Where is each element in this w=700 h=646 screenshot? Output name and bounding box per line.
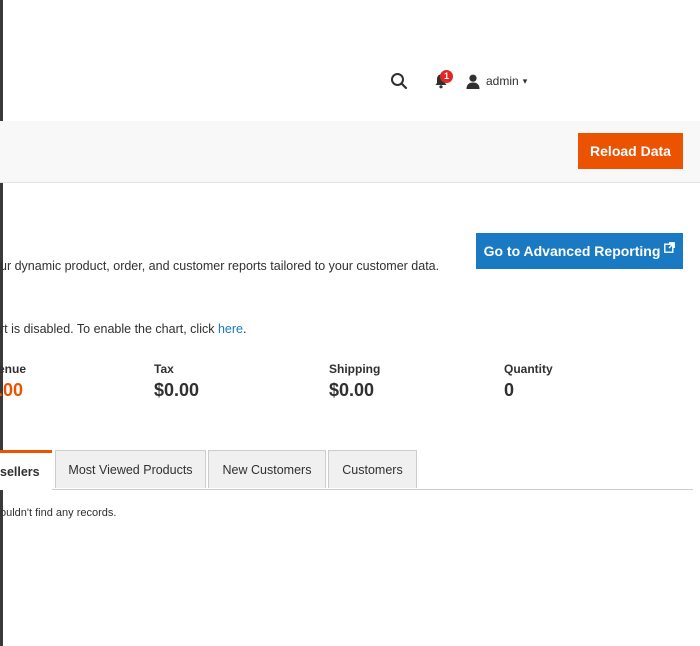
stat-label: Tax (154, 362, 174, 376)
tab-new-customers[interactable]: New Customers (208, 450, 326, 488)
stat-value: $0.00 (329, 380, 375, 400)
search-button[interactable] (386, 68, 412, 94)
chart-notice-suffix: . (242, 322, 247, 336)
advanced-reporting-label: Go to Advanced Reporting (483, 243, 661, 259)
enable-chart-link[interactable]: here (218, 322, 243, 336)
page-actions-toolbar: Reload Data (0, 121, 700, 183)
grid-empty-message: ouldn't find any records. (0, 507, 117, 519)
external-link-icon (664, 241, 676, 253)
stat-value: 0 (504, 380, 515, 400)
stat-quantity: Quantity 0 (504, 362, 553, 401)
dashboard-tabs: sellers Most Viewed Products New Custome… (0, 450, 693, 490)
stat-label: enue (0, 362, 27, 376)
stat-value: $0.00 (154, 380, 200, 400)
advanced-reporting-description: ur dynamic product, order, and customer … (0, 259, 440, 273)
chart-disabled-notice: rt is disabled. To enable the chart, cli… (0, 322, 246, 336)
chart-notice-text: rt is disabled. To enable the chart, cli… (0, 322, 218, 336)
stat-label: Shipping (329, 362, 381, 376)
header-actions: 1 admin ▾ (391, 68, 686, 94)
tab-bestsellers[interactable]: sellers (0, 450, 52, 490)
notification-count-badge: 1 (440, 70, 453, 83)
user-account-menu[interactable]: admin ▾ (466, 68, 527, 94)
stat-shipping: Shipping $0.00 (329, 362, 380, 401)
tab-most-viewed-products[interactable]: Most Viewed Products (55, 450, 206, 488)
user-name: admin (486, 74, 519, 88)
user-icon (466, 74, 480, 89)
stat-revenue: enue .00 (0, 362, 26, 401)
stat-label: Quantity (504, 362, 553, 376)
stat-tax: Tax $0.00 (154, 362, 199, 401)
search-icon (391, 73, 408, 90)
tab-customers[interactable]: Customers (328, 450, 417, 488)
notifications-button[interactable]: 1 (428, 68, 454, 94)
chevron-down-icon: ▾ (522, 75, 528, 86)
stat-value: .00 (0, 380, 24, 400)
reload-data-button[interactable]: Reload Data (578, 133, 683, 169)
go-to-advanced-reporting-button[interactable]: Go to Advanced Reporting (476, 233, 683, 269)
